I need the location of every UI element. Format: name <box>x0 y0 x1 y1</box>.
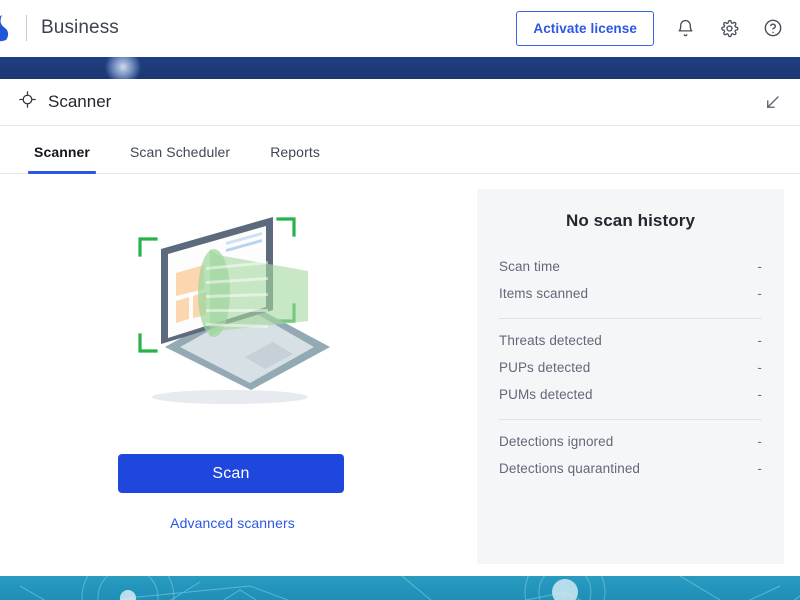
history-row: PUMs detected - <box>499 381 762 408</box>
brand-name: Business <box>41 17 119 38</box>
history-divider <box>499 419 762 420</box>
history-row-value: - <box>757 434 762 449</box>
help-question-icon[interactable] <box>760 15 786 41</box>
scanner-panel-header: Scanner <box>0 79 800 126</box>
top-bar-actions: Activate license <box>516 10 800 46</box>
tab-scanner[interactable]: Scanner <box>14 144 110 174</box>
history-group-detections: Threats detected - PUPs detected - PUMs … <box>499 327 762 408</box>
main-content: Scan Advanced scanners No scan history S… <box>0 175 800 576</box>
history-row: Scan time - <box>499 253 762 280</box>
malwarebytes-logo-icon <box>0 11 22 45</box>
history-row-value: - <box>757 360 762 375</box>
history-row: Detections quarantined - <box>499 455 762 482</box>
brand-area: Business <box>0 0 119 56</box>
history-row-label: PUMs detected <box>499 387 593 402</box>
settings-gear-icon[interactable] <box>716 15 742 41</box>
history-row-value: - <box>757 286 762 301</box>
top-bar: Business Activate license <box>0 0 800 56</box>
network-pattern <box>19 576 800 600</box>
history-row-value: - <box>757 333 762 348</box>
history-row-label: Threats detected <box>499 333 602 348</box>
advanced-scanners-link[interactable]: Advanced scanners <box>0 515 465 531</box>
history-row-label: Detections ignored <box>499 434 614 449</box>
page-title: Scanner <box>48 92 112 111</box>
notifications-bell-icon[interactable] <box>672 15 698 41</box>
history-row-value: - <box>757 387 762 402</box>
footer-decorative-band <box>0 576 800 600</box>
history-row-label: PUPs detected <box>499 360 591 375</box>
application-window: Business Activate license Scanner Scanne… <box>0 0 800 600</box>
history-row: Threats detected - <box>499 327 762 354</box>
history-row: Items scanned - <box>499 280 762 307</box>
primary-nav-strip[interactable] <box>0 57 800 79</box>
history-row-value: - <box>757 461 762 476</box>
brand-divider <box>26 15 27 41</box>
history-group-timing: Scan time - Items scanned - <box>499 253 762 307</box>
history-divider <box>499 318 762 319</box>
scan-button[interactable]: Scan <box>118 454 344 493</box>
history-row-label: Detections quarantined <box>499 461 641 476</box>
laptop-scan-illustration <box>118 197 348 412</box>
history-row-label: Scan time <box>499 259 560 274</box>
tab-scan-scheduler[interactable]: Scan Scheduler <box>110 144 250 173</box>
scan-history-title: No scan history <box>565 211 696 230</box>
history-row: Detections ignored - <box>499 428 762 455</box>
tab-bar: Scanner Scan Scheduler Reports <box>0 126 800 174</box>
arrow-down-left-icon[interactable] <box>763 93 782 112</box>
panel-title-group: Scanner <box>18 90 111 114</box>
crosshair-target-icon <box>18 90 37 114</box>
scan-history-panel: No scan history Scan time - Items scanne… <box>477 189 784 564</box>
history-row-value: - <box>757 259 762 274</box>
history-row: PUPs detected - <box>499 354 762 381</box>
history-group-actions: Detections ignored - Detections quaranti… <box>499 428 762 482</box>
nav-active-indicator <box>105 57 141 79</box>
scan-launch-column: Scan Advanced scanners <box>0 175 465 576</box>
activate-license-button[interactable]: Activate license <box>516 10 654 46</box>
tab-reports[interactable]: Reports <box>250 144 340 173</box>
history-row-label: Items scanned <box>499 286 589 301</box>
